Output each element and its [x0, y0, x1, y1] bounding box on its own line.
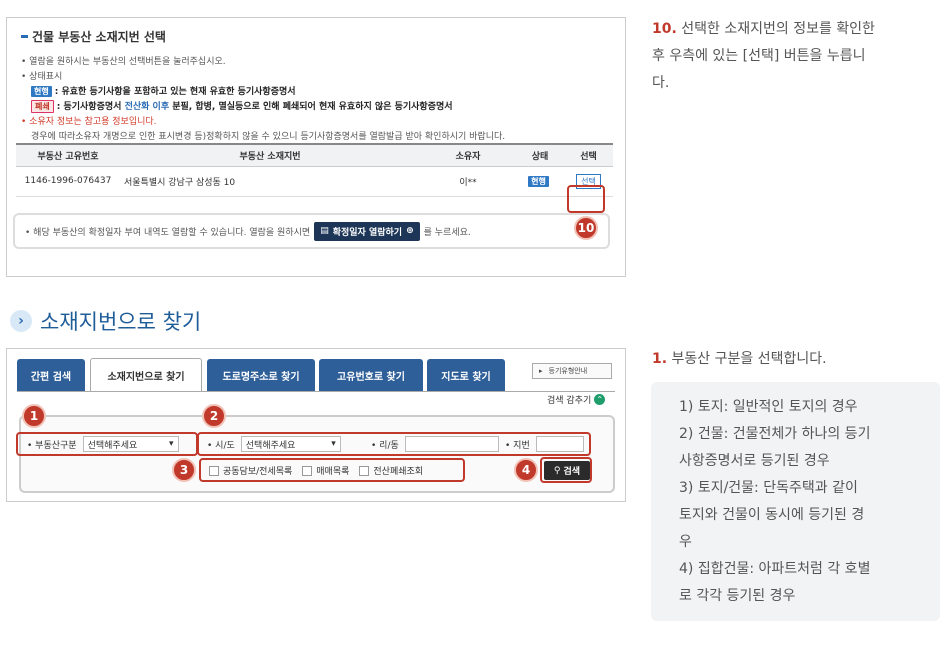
note-line: • 상태표시	[21, 72, 63, 82]
step-marker: 3	[172, 458, 196, 482]
tab-map[interactable]: 지도로 찾기	[427, 359, 505, 391]
property-type-explanation: 1) 토지: 일반적인 토지의 경우 2) 건물: 건물전체가 하나의 등기 사…	[651, 382, 940, 621]
chevron-right-icon: ›	[10, 310, 32, 332]
cell-address: 서울특별시 강남구 삼성동 10	[120, 166, 420, 197]
info-box: • 해당 부동산의 확정일자 부여 내역도 열람할 수 있습니다. 열람을 원하…	[13, 213, 610, 249]
highlight-box	[540, 457, 592, 483]
tab-divider	[17, 391, 615, 392]
status-badge: 현행	[528, 175, 549, 187]
panel-title: 건물 부동산 소재지번 선택	[21, 28, 615, 45]
tab-id[interactable]: 고유번호로 찾기	[319, 359, 423, 391]
arrow-right-icon: ▸	[539, 367, 543, 375]
tab-road[interactable]: 도로명주소로 찾기	[207, 359, 315, 391]
chevron-up-icon: ⌃	[594, 394, 606, 405]
note-line: • 소유자 정보는 참고용 정보입니다.	[21, 117, 157, 127]
status-badge: 폐쇄	[31, 100, 54, 113]
table-header: 부동산 소재지번	[120, 143, 420, 167]
highlight-box	[567, 185, 605, 213]
table-row: 1146-1996-076437 서울특별시 강남구 삼성동 10 이** 현행…	[16, 166, 613, 197]
note-line: 폐쇄: 등기사항증명서 전산화 이후 분필, 합병, 멸실등으로 인해 폐쇄되어…	[21, 100, 615, 115]
result-table: 부동산 고유번호 부동산 소재지번 소유자 상태 선택 1146-1996-07…	[16, 143, 613, 197]
hide-search-toggle[interactable]: 검색 감추기 ⌃	[547, 393, 606, 406]
section-title: › 소재지번으로 찾기	[10, 306, 201, 336]
highlight-box	[199, 458, 465, 482]
document-icon: ▤	[320, 226, 329, 236]
cell-owner: 이**	[420, 166, 516, 197]
step-marker: 2	[202, 404, 226, 428]
step-marker: 1	[22, 404, 46, 428]
tab-jibun[interactable]: 소재지번으로 찾기	[90, 358, 202, 392]
highlight-box	[16, 432, 198, 456]
table-header: 소유자	[420, 143, 516, 167]
table-header: 상태	[516, 143, 564, 167]
highlight-box	[197, 432, 591, 456]
step10-description: 10. 선택한 소재지번의 정보를 확인한 후 우측에 있는 [선택] 버튼을 …	[652, 21, 875, 91]
note-line: • 열람을 원하시는 부동산의 선택버튼을 눌러주십시오.	[21, 57, 226, 67]
cell-id: 1146-1996-076437	[16, 166, 120, 197]
note-line: 현행: 유효한 등기사항을 포함하고 있는 현재 유효한 등기사항증명서	[21, 85, 615, 100]
step1-heading: 1. 부동산 구분을 선택합니다.	[652, 351, 827, 367]
status-badge: 현행	[31, 86, 52, 97]
table-header: 부동산 고유번호	[16, 143, 120, 167]
plus-circle-icon: ⊕	[406, 226, 414, 236]
tab-simple[interactable]: 간편 검색	[17, 359, 85, 391]
guide-button[interactable]: ▸ 등기유형안내	[532, 363, 612, 379]
table-header: 선택	[564, 143, 613, 167]
step-marker: 4	[514, 458, 538, 482]
view-date-button[interactable]: ▤ 확정일자 열람하기 ⊕	[314, 221, 420, 241]
